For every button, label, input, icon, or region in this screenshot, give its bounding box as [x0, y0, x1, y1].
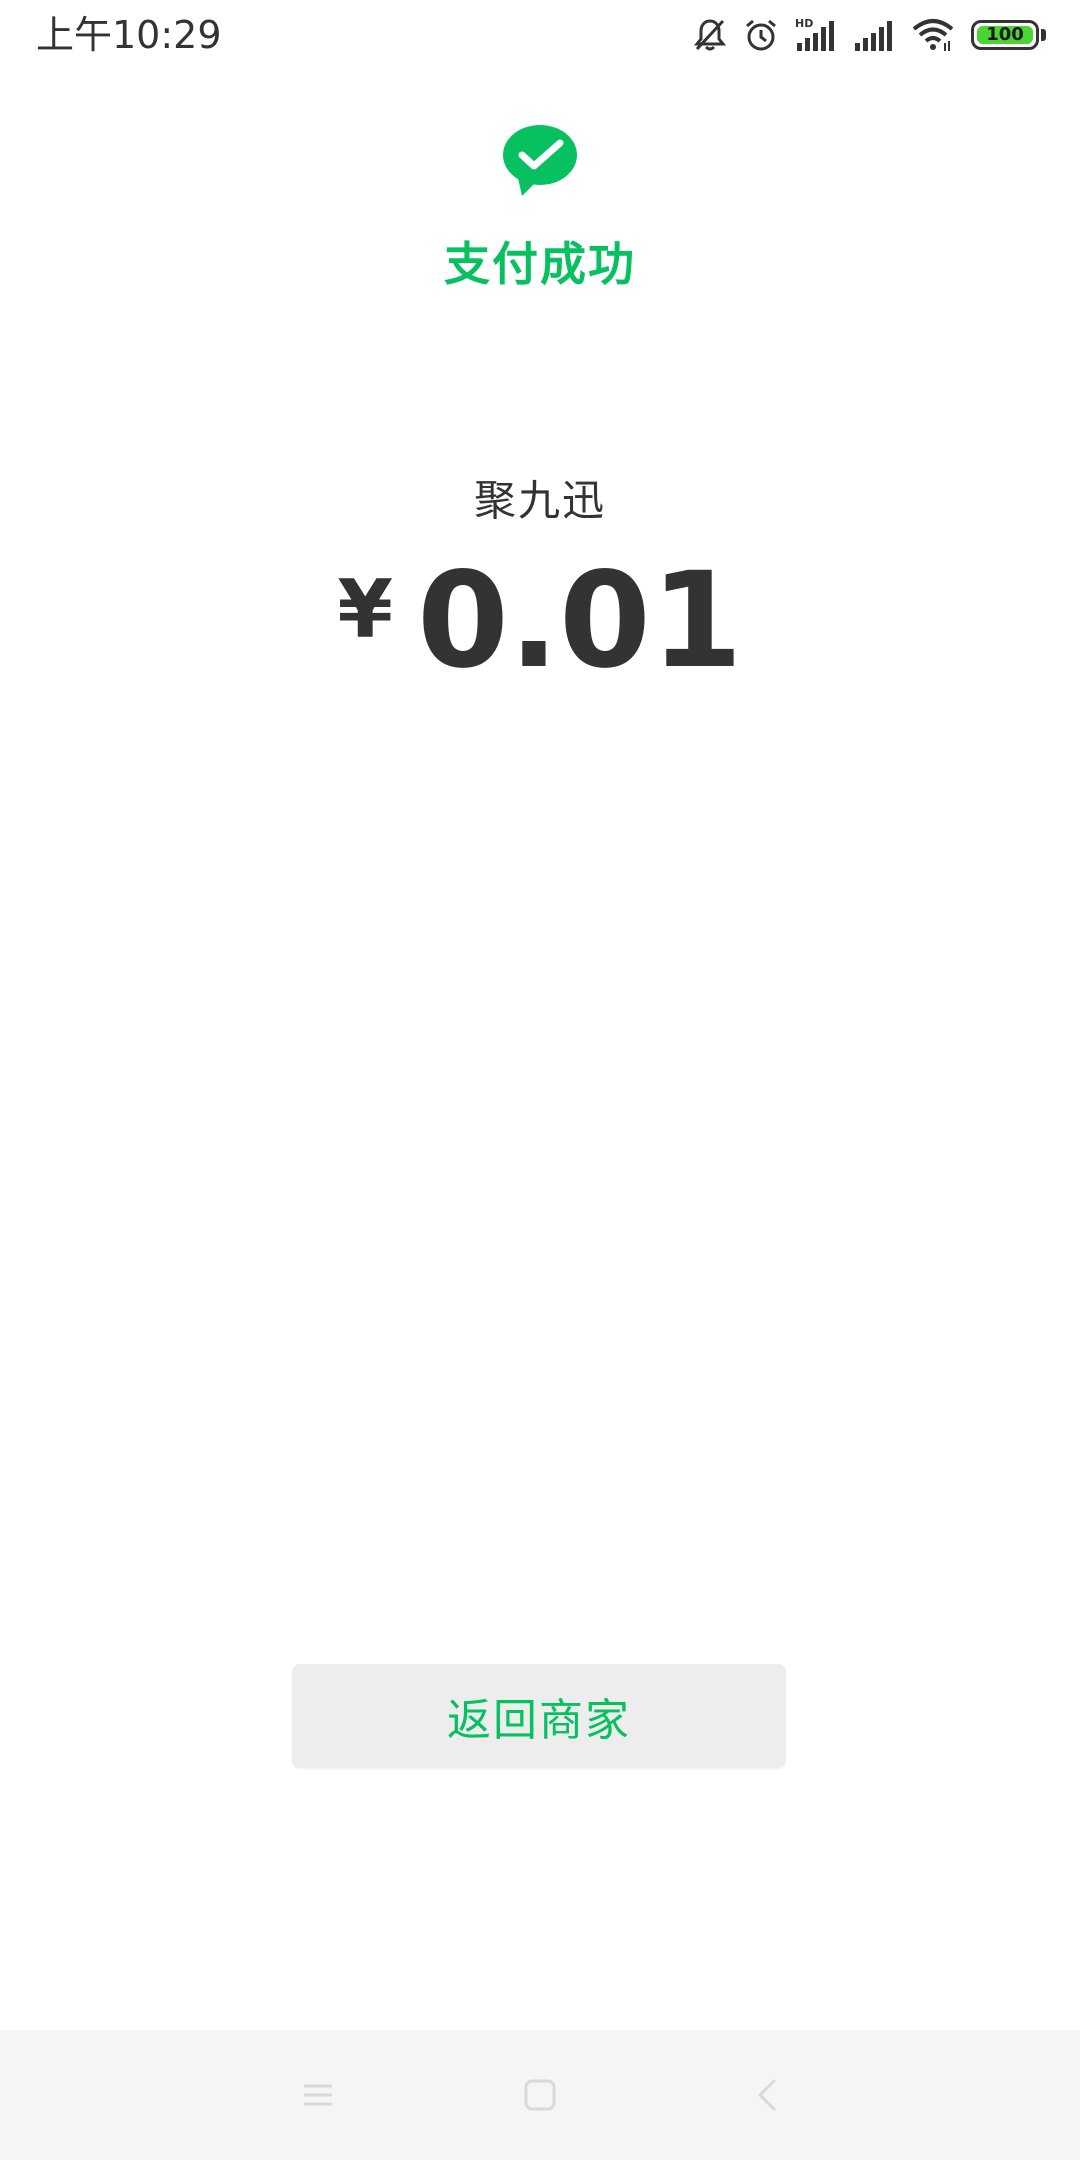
wifi-icon [911, 17, 955, 53]
payment-success-screen: 上午10:29 HD 100 支付成功 聚九迅 ¥ 0.01 返回商家 [0, 0, 1080, 2160]
return-to-merchant-button[interactable]: 返回商家 [292, 1664, 786, 1768]
currency-symbol: ¥ [337, 563, 393, 656]
status-time: 上午10:29 [36, 13, 222, 57]
home-icon[interactable] [505, 2060, 575, 2130]
wechat-pay-icon [502, 122, 578, 198]
amount-row: ¥ 0.01 [0, 555, 1080, 687]
alarm-icon [743, 17, 779, 53]
bell-muted-icon [693, 17, 727, 53]
battery-icon: 100 [971, 20, 1046, 50]
status-icons: HD 100 [677, 12, 1046, 58]
merchant-name: 聚九迅 [473, 476, 606, 525]
status-bar: 上午10:29 HD 100 [0, 0, 1080, 70]
menu-icon[interactable] [283, 2060, 353, 2130]
payment-amount: 0.01 [416, 544, 743, 698]
signal-icon [853, 17, 895, 53]
hd-signal-icon: HD [795, 17, 837, 53]
back-icon[interactable] [733, 2060, 803, 2130]
payment-status-title: 支付成功 [444, 237, 636, 291]
battery-level: 100 [986, 24, 1024, 45]
hd-label: HD [795, 17, 813, 30]
navigation-bar [0, 2030, 1080, 2160]
